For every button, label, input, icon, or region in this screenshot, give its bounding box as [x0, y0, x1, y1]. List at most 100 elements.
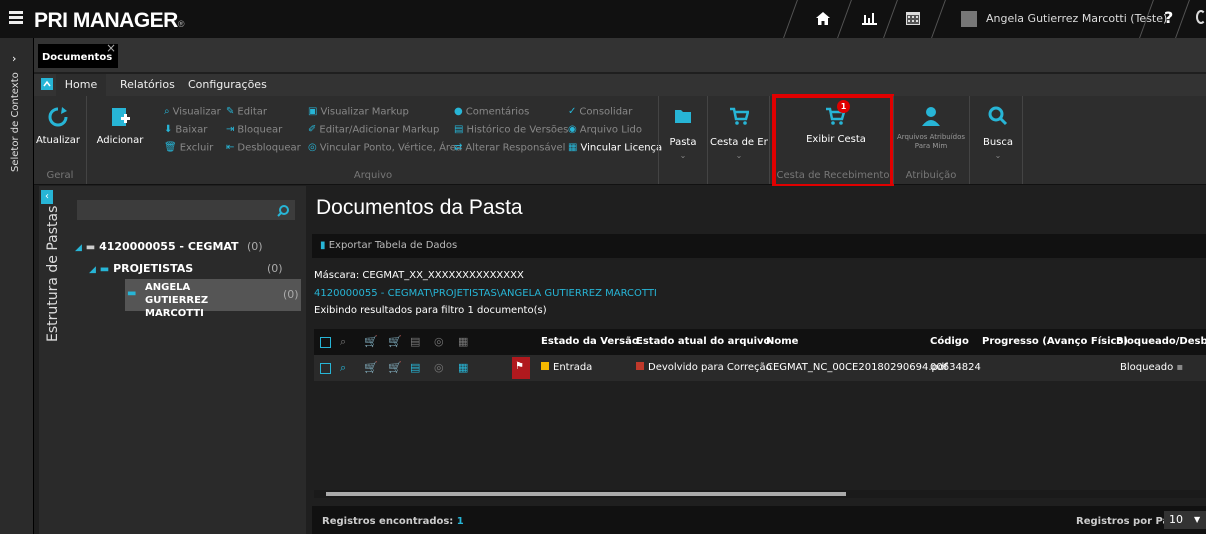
user-name[interactable]: Angela Gutierrez Marcotti (Teste): [986, 12, 1167, 25]
horizontal-scrollbar[interactable]: [314, 490, 1206, 498]
col-estado-versao[interactable]: Estado da Versão: [541, 329, 639, 355]
desbloquear-button[interactable]: ⇤ Desbloquear: [226, 142, 301, 154]
tab-configuracoes[interactable]: Configurações: [188, 74, 267, 96]
tree-count: (0): [247, 240, 263, 253]
home-icon[interactable]: [816, 12, 830, 25]
page-title: Documentos da Pasta: [316, 196, 523, 219]
tree-item-projetistas[interactable]: ◢ ▬ PROJETISTAS: [89, 262, 193, 275]
view-icon: ⌕: [340, 335, 347, 348]
arquivos-atribuidos-button[interactable]: Arquivos Atribuídos Para Mim: [896, 106, 966, 151]
export-icon: ▮: [320, 240, 326, 251]
collapse-ribbon-icon[interactable]: [41, 78, 53, 90]
folder-icon: ▬: [99, 264, 110, 275]
avatar: [961, 11, 977, 27]
tab-relatorios[interactable]: Relatórios: [120, 74, 175, 96]
app-logo: PRI MANAGER®: [34, 9, 184, 32]
col-nome[interactable]: Nome: [766, 329, 798, 355]
menu-icon[interactable]: [9, 11, 23, 25]
context-selector-strip[interactable]: › Seletor de Contexto: [0, 38, 34, 534]
cart-icon[interactable]: 🛒: [364, 361, 378, 374]
busca-button[interactable]: Busca ⌄: [978, 106, 1018, 160]
vincular-ponto-button[interactable]: ◎ Vincular Ponto, Vértice, Área: [308, 142, 462, 154]
cart-icon: 🛒: [364, 335, 378, 348]
search-icon[interactable]: [277, 204, 291, 218]
cart-icon: [730, 107, 750, 125]
mask-text: Máscara: CEGMAT_XX_XXXXXXXXXXXXXX: [314, 270, 524, 281]
historico-button[interactable]: ▤ Histórico de Versões: [454, 124, 568, 136]
status-square: [541, 362, 549, 370]
collapse-panel-icon[interactable]: ‹: [41, 190, 53, 204]
chevron-down-icon: ⌄: [679, 151, 687, 160]
markup-edit-icon: ✐: [308, 124, 317, 135]
history-icon: ▤: [410, 335, 421, 348]
arquivo-lido-button[interactable]: ◉ Arquivo Lido: [568, 124, 642, 136]
table-footer: Registros encontrados: 1 Registros por P…: [312, 506, 1206, 534]
cell-codigo: 00634824: [930, 362, 981, 373]
records-found: Registros encontrados: 1: [322, 516, 464, 527]
highlight-box: [772, 94, 894, 188]
adicionar-button[interactable]: Adicionar: [88, 106, 152, 146]
history-icon[interactable]: ▤: [410, 361, 420, 374]
visualizar-markup-button[interactable]: ▣ Visualizar Markup: [308, 106, 409, 118]
target-icon: ◎: [434, 335, 444, 348]
per-page-select[interactable]: 10 ▼: [1164, 511, 1206, 529]
license-icon[interactable]: ▦: [458, 361, 468, 374]
target-icon: ◎: [434, 361, 444, 374]
tree-item-cegmat[interactable]: ◢ ▬ 4120000055 - CEGMAT: [75, 240, 239, 253]
help-icon[interactable]: ?: [1164, 8, 1173, 27]
col-progresso[interactable]: Progresso (Avanço Físico): [982, 329, 1128, 355]
excluir-button[interactable]: 🗑 Excluir: [164, 142, 213, 154]
tree-item-angela[interactable]: ▬ ANGELA GUTIERREZ MARCOTTI (0): [125, 279, 301, 319]
cesta-envio-button[interactable]: Cesta de Envi ⌄: [710, 106, 768, 160]
expand-icon: ◢: [89, 265, 96, 275]
add-document-icon: [112, 108, 130, 126]
atualizar-button[interactable]: Atualizar: [34, 106, 82, 146]
trash-icon: 🗑: [164, 142, 177, 153]
license-icon: ▦: [458, 335, 469, 348]
table-row[interactable]: ⌕ 🛒 🛒 ▤ ◎ ▦ ⚑ Entrada Devolvido para Cor…: [314, 355, 1206, 381]
editar-markup-button[interactable]: ✐ Editar/Adicionar Markup: [308, 124, 439, 136]
power-icon[interactable]: [1196, 10, 1206, 24]
col-bloqueado[interactable]: Bloqueado/Desbloq: [1116, 329, 1206, 355]
panel-title: Estrutura de Pastas: [45, 205, 61, 342]
cell-nome[interactable]: CEGMAT_NC_00CE20180290694.pdf: [766, 355, 948, 381]
export-button[interactable]: ▮ Exportar Tabela de Dados: [320, 240, 457, 251]
cart-icon[interactable]: 🛒: [388, 361, 402, 374]
visualizar-button[interactable]: ⌕ Visualizar: [164, 106, 221, 118]
target-icon: ◎: [308, 142, 317, 153]
filter-text: Exibindo resultados para filtro 1 docume…: [314, 305, 547, 316]
refresh-icon: [48, 107, 68, 127]
chevron-down-icon: ⌄: [735, 151, 743, 160]
unlock-icon: ⇤: [226, 142, 235, 153]
col-estado-arquivo[interactable]: Estado atual do arquivo: [636, 329, 770, 355]
pdf-icon[interactable]: ⚑: [512, 357, 530, 379]
context-selector-label[interactable]: Seletor de Contexto: [10, 72, 21, 172]
cell-estado-versao: Entrada: [541, 355, 592, 381]
consolidar-button[interactable]: ✓ Consolidar: [568, 106, 632, 118]
col-codigo[interactable]: Código: [930, 329, 969, 355]
group-label-arquivo: Arquivo: [353, 170, 393, 181]
calendar-icon[interactable]: [906, 11, 920, 25]
chart-icon[interactable]: [862, 12, 877, 25]
row-checkbox[interactable]: [320, 363, 331, 374]
baixar-button[interactable]: ⬇ Baixar: [164, 124, 207, 136]
alterar-responsavel-button[interactable]: ⇄ Alterar Responsável: [454, 142, 565, 154]
close-tab-icon[interactable]: ×: [106, 41, 116, 55]
select-all-checkbox[interactable]: [320, 337, 331, 348]
expand-icon: ◢: [75, 243, 82, 253]
license-icon: ▦: [568, 142, 578, 153]
download-icon: ⬇: [164, 124, 173, 135]
editar-button[interactable]: ✎ Editar: [226, 106, 267, 118]
tab-documentos[interactable]: Documentos ×: [38, 41, 118, 68]
folder-icon: ▬: [85, 242, 96, 253]
pasta-button[interactable]: Pasta ⌄: [662, 106, 704, 160]
bloquear-button[interactable]: ⇥ Bloquear: [226, 124, 282, 136]
person-swap-icon: ⇄: [454, 142, 463, 153]
view-icon[interactable]: ⌕: [340, 361, 346, 375]
scrollbar-thumb[interactable]: [326, 492, 846, 496]
chevron-right-icon[interactable]: ›: [12, 52, 16, 65]
tab-home[interactable]: Home: [56, 74, 106, 96]
tree-search-input[interactable]: [77, 200, 295, 220]
comentarios-button[interactable]: ● Comentários: [454, 106, 529, 118]
vincular-licenca-button[interactable]: ▦ Vincular Licença: [568, 142, 662, 154]
